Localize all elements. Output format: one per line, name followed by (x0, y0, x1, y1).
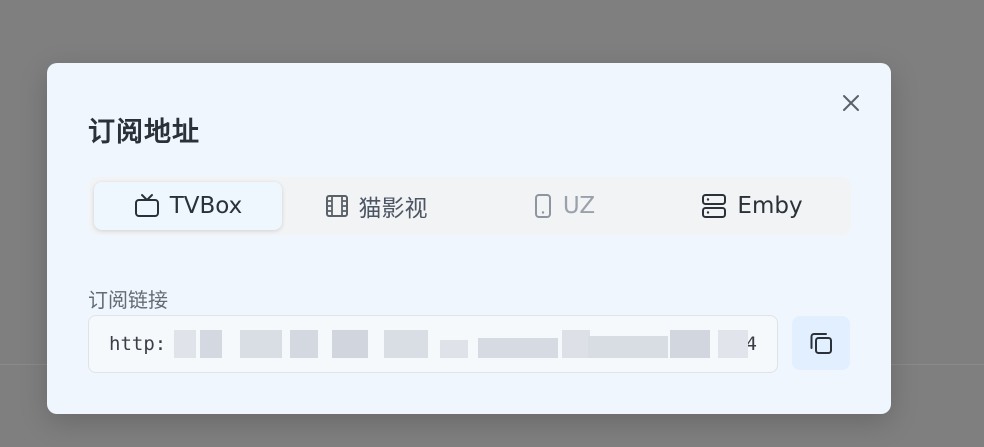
dialog-title: 订阅地址 (88, 117, 200, 148)
client-tabs: TVBox 猫影视 UZ Emby (89, 177, 851, 235)
subscription-dialog: 订阅地址 TVBox 猫影视 UZ Emby 订阅链接 http: 4 (47, 63, 891, 414)
tab-label: 猫影视 (358, 196, 428, 222)
film-icon (325, 195, 348, 217)
tab-label: Emby (737, 193, 803, 219)
subscription-link-label: 订阅链接 (88, 288, 168, 312)
subscription-link-field[interactable]: http: 4 (88, 315, 778, 373)
phone-icon (534, 194, 551, 218)
tv-icon (134, 194, 159, 217)
tab-emby[interactable]: Emby (658, 182, 846, 230)
copy-icon (810, 333, 832, 354)
link-prefix: http: (109, 333, 167, 355)
copy-button[interactable] (792, 316, 850, 370)
tab-label: TVBox (169, 193, 243, 219)
tab-label: UZ (562, 193, 596, 219)
close-button[interactable] (839, 91, 863, 115)
close-icon (843, 95, 859, 111)
server-icon (702, 194, 727, 218)
tab-maoyingshi[interactable]: 猫影视 (282, 182, 470, 230)
tab-uz[interactable]: UZ (470, 182, 658, 230)
tab-tvbox[interactable]: TVBox (94, 182, 282, 230)
link-redacted (170, 330, 749, 358)
